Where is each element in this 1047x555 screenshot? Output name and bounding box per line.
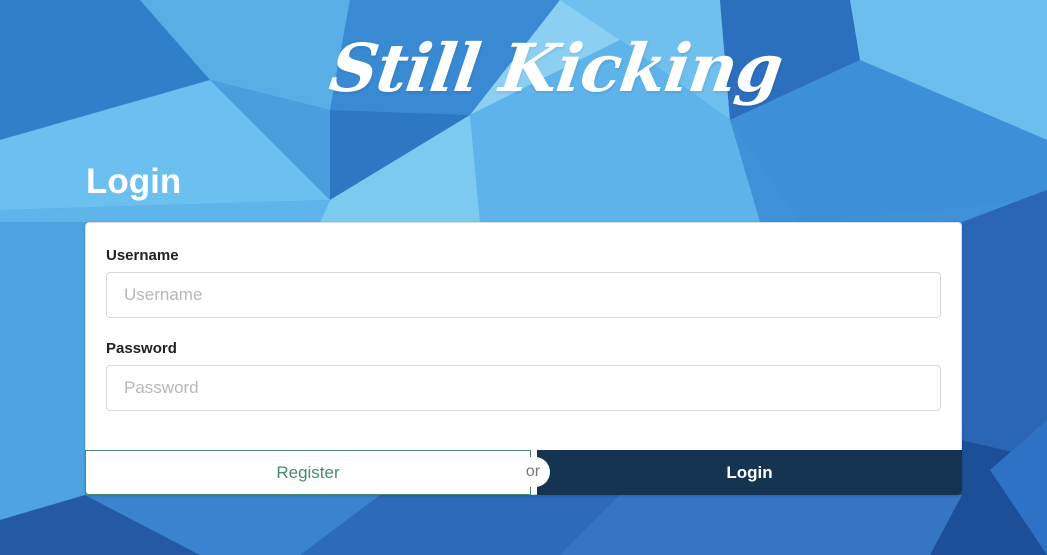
or-separator: or [516,457,550,487]
login-form-card: Username Password Register Login or [85,222,962,495]
username-input[interactable] [106,272,941,318]
password-input[interactable] [106,365,941,411]
password-label: Password [106,340,177,357]
login-button[interactable]: Login [537,450,962,495]
register-button[interactable]: Register [85,450,531,495]
username-label: Username [106,247,179,264]
app-logo: Still Kicking [325,29,788,107]
page-title: Login [86,162,182,201]
